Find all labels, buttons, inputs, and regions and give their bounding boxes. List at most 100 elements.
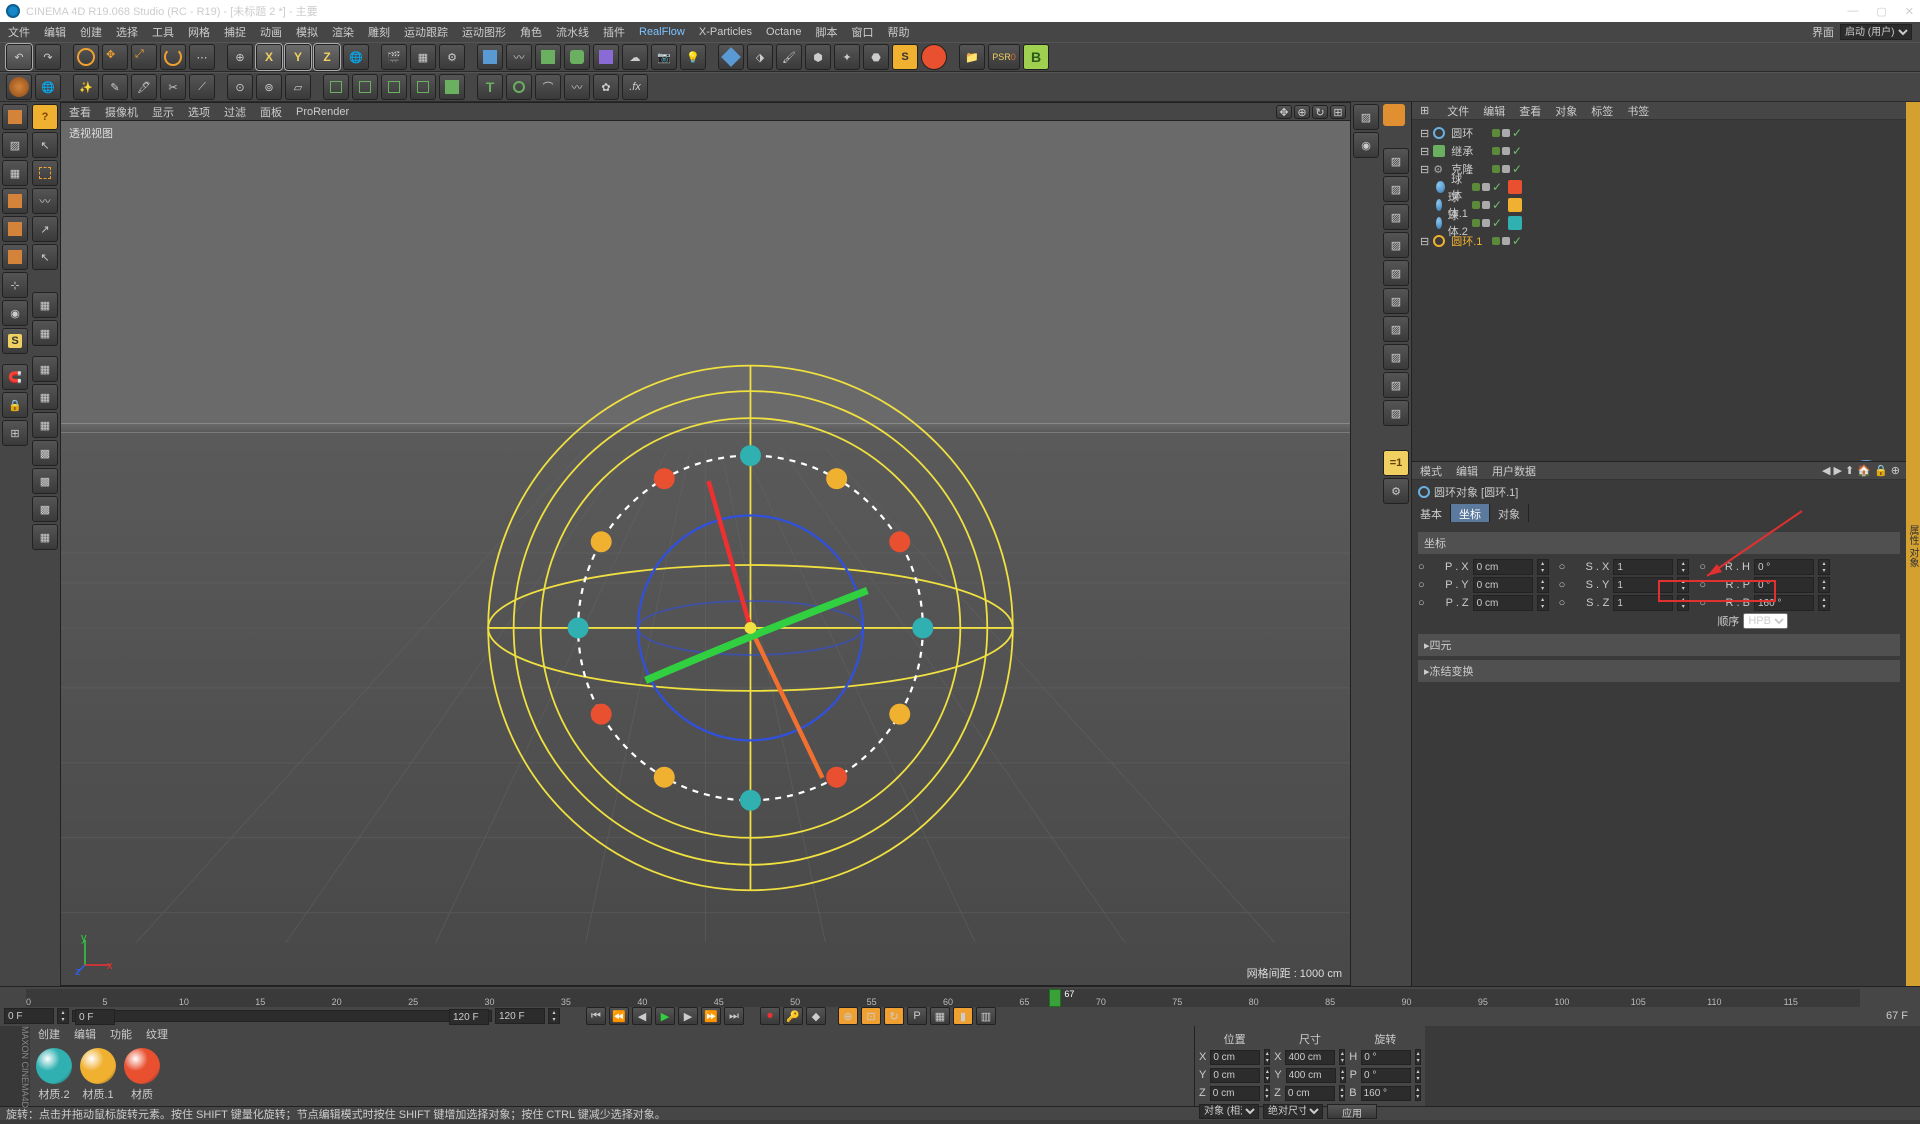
menu-文件[interactable]: 文件 — [8, 24, 30, 40]
tool-02[interactable]: 🌐 — [35, 74, 61, 100]
particles-button[interactable]: ✦ — [834, 44, 860, 70]
arc-tool[interactable]: ⌒ — [535, 74, 561, 100]
cursor-tool[interactable]: ↖ — [32, 132, 58, 158]
cm-mode2[interactable]: 绝对尺寸 — [1263, 1104, 1323, 1119]
deformer-button[interactable] — [593, 44, 619, 70]
menu-选择[interactable]: 选择 — [116, 24, 138, 40]
redo-button[interactable]: ↷ — [35, 44, 61, 70]
cm-pz[interactable] — [1210, 1086, 1260, 1101]
key-mode-button[interactable]: ▥ — [976, 1007, 996, 1025]
attr-section-coord[interactable]: 坐标 — [1418, 532, 1900, 554]
start-spinner[interactable]: ▴▾ — [57, 1008, 69, 1024]
rot-p-input[interactable] — [1754, 577, 1814, 593]
scale-x-spinner[interactable]: ▴▾ — [1677, 559, 1689, 575]
psr-button[interactable]: PSR0 — [988, 44, 1020, 70]
snap-settings[interactable]: ⊚ — [256, 74, 282, 100]
vp-menu-选项[interactable]: 选项 — [188, 104, 210, 120]
timeline-ruler[interactable]: 67 0510152025303540455055606570758085909… — [26, 989, 1860, 1007]
tool-cut[interactable]: ✂ — [160, 74, 186, 100]
vp-menu-过滤[interactable]: 过滤 — [224, 104, 246, 120]
grid-i[interactable]: ▦ — [32, 524, 58, 550]
cm-px[interactable] — [1210, 1050, 1260, 1065]
poly-mode-button[interactable] — [2, 244, 28, 270]
key-pos-button[interactable]: ⊕ — [838, 1007, 858, 1025]
undo-button[interactable]: ↶ — [6, 44, 32, 70]
effector-button[interactable]: ⬗ — [747, 44, 773, 70]
cm-sx[interactable] — [1285, 1050, 1335, 1065]
grid-f[interactable]: ▩ — [32, 440, 58, 466]
grid-g[interactable]: ▩ — [32, 468, 58, 494]
vp-menu-查看[interactable]: 查看 — [69, 104, 91, 120]
keyframe-button[interactable]: ◆ — [806, 1007, 826, 1025]
object-tree[interactable]: ⊟ 圆环✓⊟ 继承✓⊟ ⚙克隆✓球体✓球体.1✓球体.2✓⊟ 圆环.1✓🦌 — [1412, 120, 1906, 461]
help-button[interactable]: ? — [32, 104, 58, 130]
tree-item-球体.2[interactable]: 球体.2✓ — [1416, 214, 1902, 232]
scale-z-input[interactable] — [1613, 595, 1673, 611]
gen-cube2[interactable] — [352, 74, 378, 100]
edge-mode-button[interactable] — [2, 216, 28, 242]
viewport-solo-button[interactable]: S — [2, 328, 28, 354]
grid-c[interactable]: ▦ — [32, 356, 58, 382]
range-start-input[interactable] — [75, 1009, 115, 1025]
menu-运动图形[interactable]: 运动图形 — [462, 24, 506, 40]
vp-nav-1[interactable]: ✥ — [1276, 105, 1292, 119]
attr-menu-模式[interactable]: 模式 — [1420, 463, 1442, 479]
lock-xy-button[interactable]: ⊕ — [227, 44, 253, 70]
attr-section-freeze[interactable]: ▸ 冻结变换 — [1418, 660, 1900, 682]
primitive-cube-button[interactable] — [477, 44, 503, 70]
content-browser-button[interactable]: 📁 — [959, 44, 985, 70]
vp-nav-2[interactable]: ⊕ — [1294, 105, 1310, 119]
snap-toggle[interactable]: ⊙ — [227, 74, 253, 100]
goto-end-button[interactable]: ⏭ — [724, 1007, 744, 1025]
attr-menu-用户数据[interactable]: 用户数据 — [1492, 463, 1536, 479]
menu-插件[interactable]: 插件 — [603, 24, 625, 40]
rt1-a[interactable]: ▨ — [1353, 104, 1379, 130]
menu-脚本[interactable]: 脚本 — [816, 24, 838, 40]
rot-b-input[interactable] — [1754, 595, 1814, 611]
grid-b[interactable]: ▦ — [32, 320, 58, 346]
rt2-a[interactable]: ▨ — [1383, 148, 1409, 174]
gen-cube5[interactable] — [439, 74, 465, 100]
tool-knife[interactable]: ⟋ — [189, 74, 215, 100]
pos-y-input[interactable] — [1473, 577, 1533, 593]
fx-tool[interactable]: .fx — [622, 74, 648, 100]
order-select[interactable]: HPB — [1743, 613, 1788, 629]
lock-button[interactable]: 🔒 — [2, 392, 28, 418]
scale-x-input[interactable] — [1613, 559, 1673, 575]
minimize-button[interactable]: — — [1847, 5, 1858, 18]
grid-h[interactable]: ▩ — [32, 496, 58, 522]
key-param-button[interactable]: P — [907, 1007, 927, 1025]
prev-frame-button[interactable]: ◀ — [632, 1007, 652, 1025]
rect-select-tool[interactable] — [32, 160, 58, 186]
plugin-b-button[interactable]: B — [1023, 44, 1049, 70]
tree-item-圆环.1[interactable]: ⊟ 圆环.1✓ — [1416, 232, 1902, 250]
goto-prev-key-button[interactable]: ⏪ — [609, 1007, 629, 1025]
scale-z-spinner[interactable]: ▴▾ — [1677, 595, 1689, 611]
menu-动画[interactable]: 动画 — [260, 24, 282, 40]
rt2-h[interactable]: ▨ — [1383, 344, 1409, 370]
hair-button[interactable]: 🖌 — [776, 44, 802, 70]
vp-nav-4[interactable]: ⊞ — [1330, 105, 1346, 119]
rot-b-spinner[interactable]: ▴▾ — [1818, 595, 1830, 611]
attr-section-quat[interactable]: ▸ 四元 — [1418, 634, 1900, 656]
tree-item-继承[interactable]: ⊟ 继承✓ — [1416, 142, 1902, 160]
recent-tool[interactable]: ⋯ — [189, 44, 215, 70]
menu-渲染[interactable]: 渲染 — [332, 24, 354, 40]
menu-流水线[interactable]: 流水线 — [556, 24, 589, 40]
rt2-j[interactable]: ▨ — [1383, 400, 1409, 426]
timeline-range-slider[interactable] — [72, 1010, 492, 1022]
settings-gear-icon[interactable]: ⚙ — [1383, 478, 1409, 504]
gen-cube3[interactable] — [381, 74, 407, 100]
point-mode-button[interactable] — [2, 188, 28, 214]
key-scale-button[interactable]: ⊡ — [861, 1007, 881, 1025]
cm-py[interactable] — [1210, 1068, 1260, 1083]
magnet-button[interactable]: 🧲 — [2, 364, 28, 390]
menu-Octane[interactable]: Octane — [766, 26, 801, 38]
texture-mode-button[interactable]: ▦ — [2, 160, 28, 186]
rt2-b[interactable]: ▨ — [1383, 176, 1409, 202]
pos-z-input[interactable] — [1473, 595, 1533, 611]
menu-网格[interactable]: 网格 — [188, 24, 210, 40]
menu-角色[interactable]: 角色 — [520, 24, 542, 40]
rot-p-spinner[interactable]: ▴▾ — [1818, 577, 1830, 593]
dynamics-button[interactable]: ⬢ — [805, 44, 831, 70]
